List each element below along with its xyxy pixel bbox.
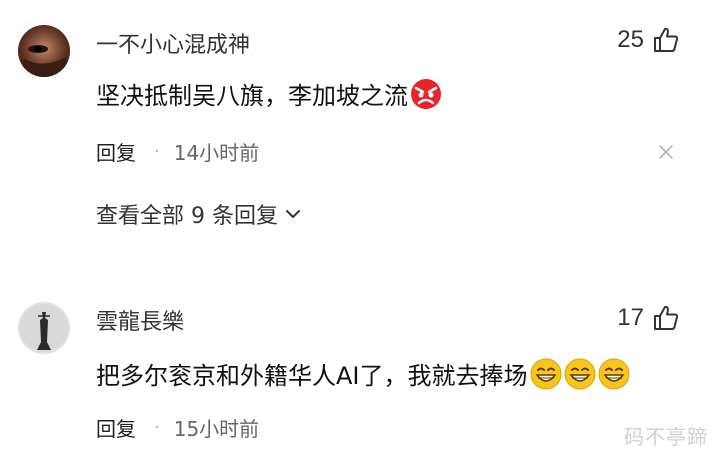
avatar[interactable] [18,25,70,77]
like-button[interactable]: 17 [617,304,680,332]
comment-meta: 回复 · 15小时前 [96,413,259,442]
reply-button[interactable]: 回复 [96,413,136,442]
grinning-face-emoji [598,358,629,389]
comment-item: 雲龍長樂 17 把多尔衮京和外籍华人AI了，我就去捧场 回复 · 15小时前 [0,272,720,456]
like-count: 17 [617,304,644,331]
separator-dot: · [154,141,160,162]
comment-text-content: 把多尔衮京和外籍华人AI了，我就去捧场 [96,362,528,390]
angry-face-emoji [411,78,441,109]
comment-item: 一不小心混成神 25 坚决抵制吴八旗，李加坡之流 回复 · 14小时前 查看全部… [0,0,720,272]
username[interactable]: 一不小心混成神 [96,27,250,59]
view-replies-label: 查看全部 9 条回复 [96,204,278,229]
comment-meta: 回复 · 14小时前 [96,137,259,166]
grinning-face-emoji [530,358,561,389]
grinning-face-emoji [564,358,595,389]
watermark: 码不亭蹄 [624,425,708,449]
comment-text: 把多尔衮京和外籍华人AI了，我就去捧场 [96,356,630,391]
like-count: 25 [617,26,644,53]
separator-dot: · [154,417,160,438]
username[interactable]: 雲龍長樂 [96,304,184,336]
timestamp: 14小时前 [173,141,260,165]
avatar[interactable] [18,302,70,354]
thumbs-up-icon [654,305,679,330]
comment-text: 坚决抵制吴八旗，李加坡之流 [96,76,442,111]
close-icon[interactable] [654,140,678,164]
avatar-image [18,25,70,77]
reply-button[interactable]: 回复 [96,137,136,166]
view-all-replies-link[interactable]: 查看全部 9 条回复 [96,198,302,230]
comment-text-content: 坚决抵制吴八旗，李加坡之流 [96,82,408,110]
avatar-image [18,302,70,354]
thumbs-up-icon [654,27,679,52]
like-button[interactable]: 25 [617,26,680,54]
chevron-down-icon [285,210,300,218]
timestamp: 15小时前 [173,417,260,441]
